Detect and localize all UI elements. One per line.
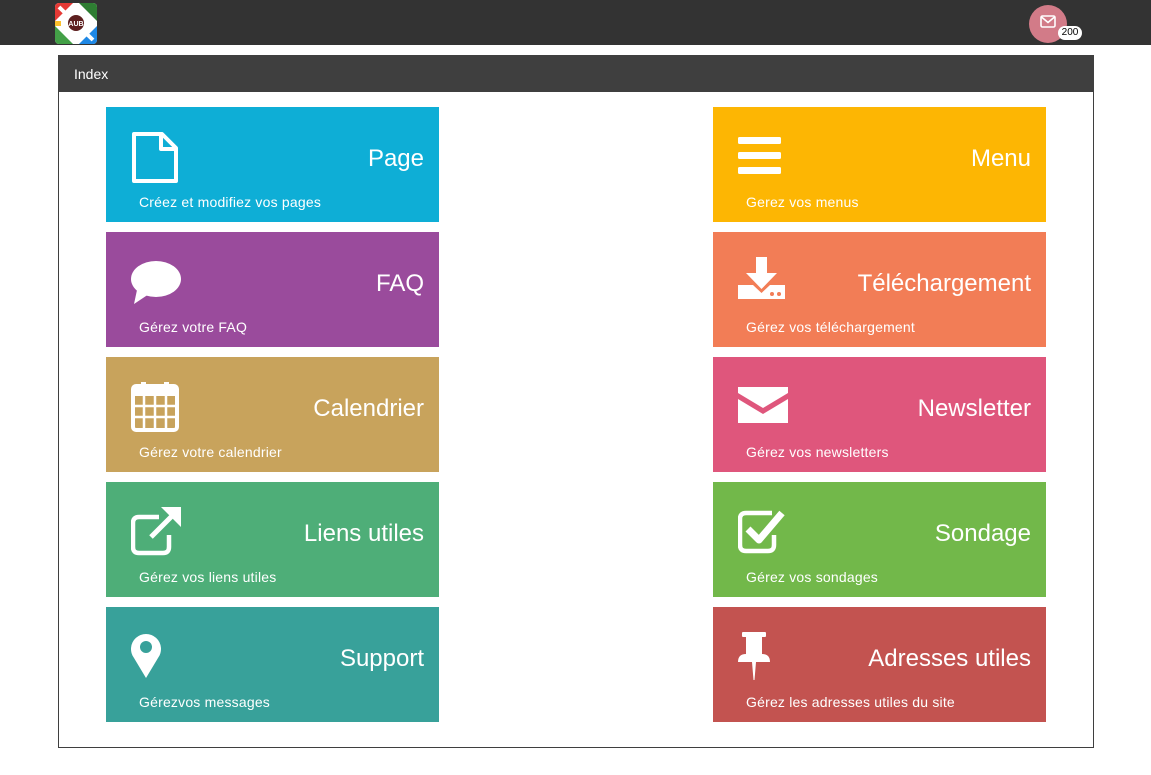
site-logo[interactable]: AUB bbox=[55, 3, 97, 44]
tile-support[interactable]: Support Gérezvos messages bbox=[106, 607, 439, 722]
tile-title: Téléchargement bbox=[857, 270, 1031, 297]
thumbtack-icon bbox=[738, 632, 790, 684]
tile-faq[interactable]: FAQ Gérez votre FAQ bbox=[106, 232, 439, 347]
tile-liens-utiles[interactable]: Liens utiles Gérez vos liens utiles bbox=[106, 482, 439, 597]
tile-title: Support bbox=[339, 645, 424, 672]
check-square-icon bbox=[737, 507, 790, 559]
tile-telechargement[interactable]: Téléchargement Gérez vos téléchargement bbox=[713, 232, 1046, 347]
tile-title: FAQ bbox=[375, 270, 424, 297]
tile-title: Calendrier bbox=[313, 395, 424, 422]
comment-icon bbox=[131, 257, 183, 309]
logo-text: AUB bbox=[68, 21, 83, 28]
tile-title: Adresses utiles bbox=[868, 645, 1031, 672]
tile-description: Gérez votre FAQ bbox=[139, 319, 248, 335]
bars-icon bbox=[738, 132, 790, 184]
tile-sondage[interactable]: Sondage Gérez vos sondages bbox=[713, 482, 1046, 597]
tile-description: Gérezvos messages bbox=[139, 694, 271, 710]
messages-count-badge: 200 bbox=[1058, 26, 1082, 40]
tile-title: Menu bbox=[970, 145, 1031, 172]
tile-description: Gérez votre calendrier bbox=[139, 444, 282, 460]
tile-title: Liens utiles bbox=[303, 520, 424, 547]
tile-title: Sondage bbox=[934, 520, 1031, 547]
tile-adresses-utiles[interactable]: Adresses utiles Gérez les adresses utile… bbox=[713, 607, 1046, 722]
external-link-icon bbox=[130, 507, 183, 559]
calendar-icon bbox=[131, 380, 183, 434]
tile-newsletter[interactable]: Newsletter Gérez vos newsletters bbox=[713, 357, 1046, 472]
envelope-icon bbox=[738, 382, 790, 434]
file-icon bbox=[131, 132, 183, 184]
tile-menu[interactable]: Menu Gerez vos menus bbox=[713, 107, 1046, 222]
tile-description: Gérez les adresses utiles du site bbox=[746, 694, 955, 710]
tile-description: Gérez vos newsletters bbox=[746, 444, 889, 460]
download-icon bbox=[738, 257, 790, 309]
tile-calendrier[interactable]: Calendrier Gérez votre calendrier bbox=[106, 357, 439, 472]
tile-description: Gérez vos téléchargement bbox=[746, 319, 915, 335]
tile-page[interactable]: Page Créez et modifiez vos pages bbox=[106, 107, 439, 222]
tile-description: Gerez vos menus bbox=[746, 194, 859, 210]
tile-description: Gérez vos liens utiles bbox=[139, 569, 277, 585]
tile-description: Créez et modifiez vos pages bbox=[139, 194, 322, 210]
tile-description: Gérez vos sondages bbox=[746, 569, 879, 585]
panel-title: Index bbox=[59, 56, 1093, 92]
map-marker-icon bbox=[131, 632, 183, 684]
tile-title: Newsletter bbox=[917, 395, 1031, 422]
tile-title: Page bbox=[367, 145, 424, 172]
top-navbar: AUB 200 bbox=[0, 0, 1151, 45]
envelope-icon bbox=[1040, 15, 1056, 33]
